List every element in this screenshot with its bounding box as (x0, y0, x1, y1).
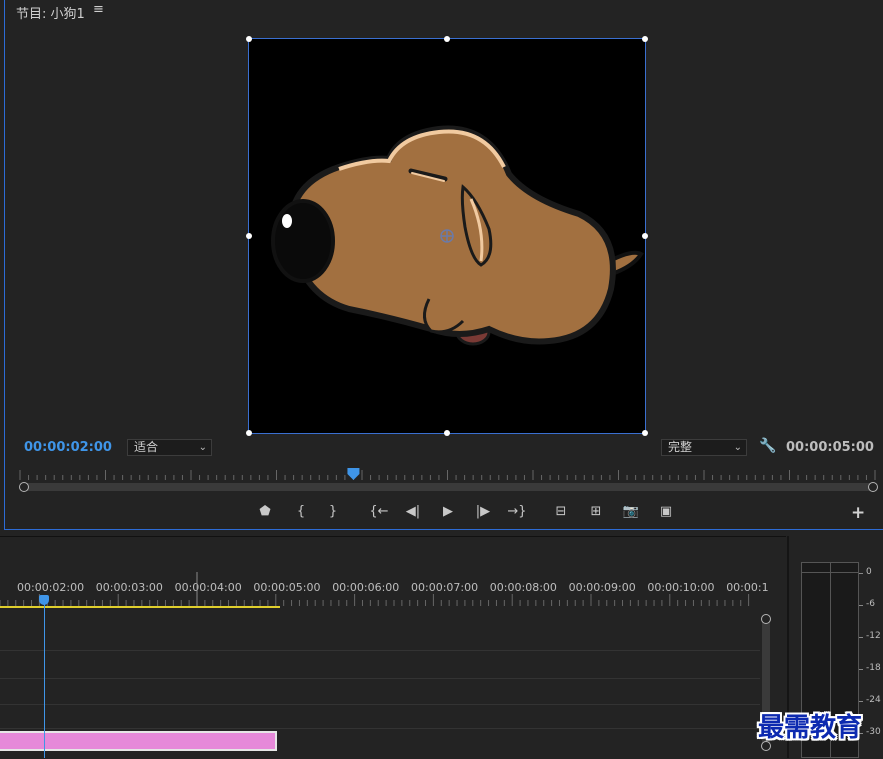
track-divider (0, 704, 760, 705)
time-label: 00:00:04:00 (175, 581, 242, 594)
lift-button[interactable]: ⊟ (548, 500, 574, 522)
time-label: 00:00:07:00 (411, 581, 478, 594)
transform-handle-bottom[interactable] (444, 430, 450, 436)
time-label: 00:00:03:00 (96, 581, 163, 594)
monitor-scrub-bar[interactable] (22, 483, 875, 491)
go-to-out-button[interactable]: →} (504, 500, 530, 522)
panel-title[interactable]: 节目: 小狗1 (16, 3, 85, 22)
step-forward-button[interactable]: |▶ (470, 500, 496, 522)
db-tick (859, 637, 863, 638)
time-label: 00:00:09:00 (569, 581, 636, 594)
time-label: 00:00:1 (726, 581, 768, 594)
chevron-down-icon: ⌄ (198, 442, 207, 453)
playback-quality-label: 完整 (668, 440, 693, 454)
compare-view-icon: ▣ (659, 503, 673, 519)
compare-view-button[interactable]: ▣ (653, 500, 679, 522)
export-frame-icon: 📷 (622, 503, 640, 519)
timeline-playhead-head[interactable] (39, 595, 49, 605)
scrollbar-top-handle[interactable] (761, 614, 771, 624)
step-forward-icon: |▶ (475, 503, 491, 519)
transform-handle-top-left[interactable] (246, 36, 252, 42)
current-timecode[interactable]: 00:00:02:00 (24, 440, 112, 455)
transform-handle-top[interactable] (444, 36, 450, 42)
extract-icon: ⊞ (590, 503, 602, 519)
work-area-bar[interactable] (0, 606, 280, 608)
play-button[interactable]: ▶ (435, 500, 461, 522)
zoom-fit-select[interactable]: 适合 ⌄ (127, 439, 212, 456)
extract-button[interactable]: ⊞ (583, 500, 609, 522)
step-back-icon: ◀| (405, 503, 421, 519)
db-tick (859, 605, 863, 606)
add-marker-icon: ⬟ (259, 503, 271, 519)
timeline-panel (0, 536, 786, 759)
track-divider (0, 728, 760, 729)
go-to-out-icon: →} (507, 503, 527, 519)
time-label: 00:00:05:00 (253, 581, 320, 594)
time-label: 00:00:06:00 (332, 581, 399, 594)
db-tick (859, 701, 863, 702)
watermark-logo: 最需教育 (758, 713, 863, 743)
button-editor-add-button[interactable]: + (851, 503, 865, 523)
zoom-fit-label: 适合 (134, 440, 159, 454)
transform-handle-bottom-right[interactable] (642, 430, 648, 436)
db-label: -18 (866, 663, 881, 673)
dog-image (271, 125, 644, 346)
playback-quality-select[interactable]: 完整 ⌄ (661, 439, 747, 456)
play-icon: ▶ (443, 503, 453, 519)
chevron-down-icon: ⌄ (733, 442, 742, 453)
scrub-start-handle[interactable] (19, 482, 29, 492)
step-back-button[interactable]: ◀| (400, 500, 426, 522)
db-label: 0 (866, 567, 872, 577)
settings-wrench-icon[interactable]: 🔧 (759, 438, 776, 454)
export-frame-button[interactable]: 📷 (618, 500, 644, 522)
scrub-end-handle[interactable] (868, 482, 878, 492)
transform-handle-left[interactable] (246, 233, 252, 239)
db-label: -30 (866, 727, 881, 737)
db-tick (859, 573, 863, 574)
mark-out-button[interactable]: } (320, 500, 346, 522)
mark-out-icon: } (328, 503, 338, 519)
panel-menu-icon[interactable]: ≡ (93, 2, 104, 17)
lift-icon: ⊟ (555, 503, 567, 519)
db-label: -12 (866, 631, 881, 641)
transform-handle-right[interactable] (642, 233, 648, 239)
transform-handle-bottom-left[interactable] (246, 430, 252, 436)
time-label: 00:00:10:00 (647, 581, 714, 594)
duration-timecode: 00:00:05:00 (786, 440, 874, 455)
time-label: 00:00:08:00 (490, 581, 557, 594)
track-divider (0, 650, 760, 651)
add-marker-button[interactable]: ⬟ (252, 500, 278, 522)
transport-controls: ⬟ {} {← ◀| ▶ |▶ →} ⊟ ⊞ 📷 ▣ (0, 500, 883, 524)
video-clip[interactable] (0, 731, 277, 751)
program-canvas[interactable] (246, 36, 648, 436)
transform-handle-top-right[interactable] (642, 36, 648, 42)
monitor-time-ruler[interactable] (16, 464, 878, 482)
time-label: 00:00:02:00 (17, 581, 84, 594)
db-tick (859, 669, 863, 670)
db-label: -24 (866, 695, 881, 705)
timeline-playhead-line (44, 600, 45, 758)
mark-in-button[interactable]: { (288, 500, 314, 522)
go-to-in-button[interactable]: {← (366, 500, 392, 522)
track-divider (0, 678, 760, 679)
mark-in-icon: { (296, 503, 306, 519)
monitor-playhead[interactable] (347, 468, 360, 480)
db-label: -6 (866, 599, 875, 609)
go-to-in-icon: {← (369, 503, 389, 519)
